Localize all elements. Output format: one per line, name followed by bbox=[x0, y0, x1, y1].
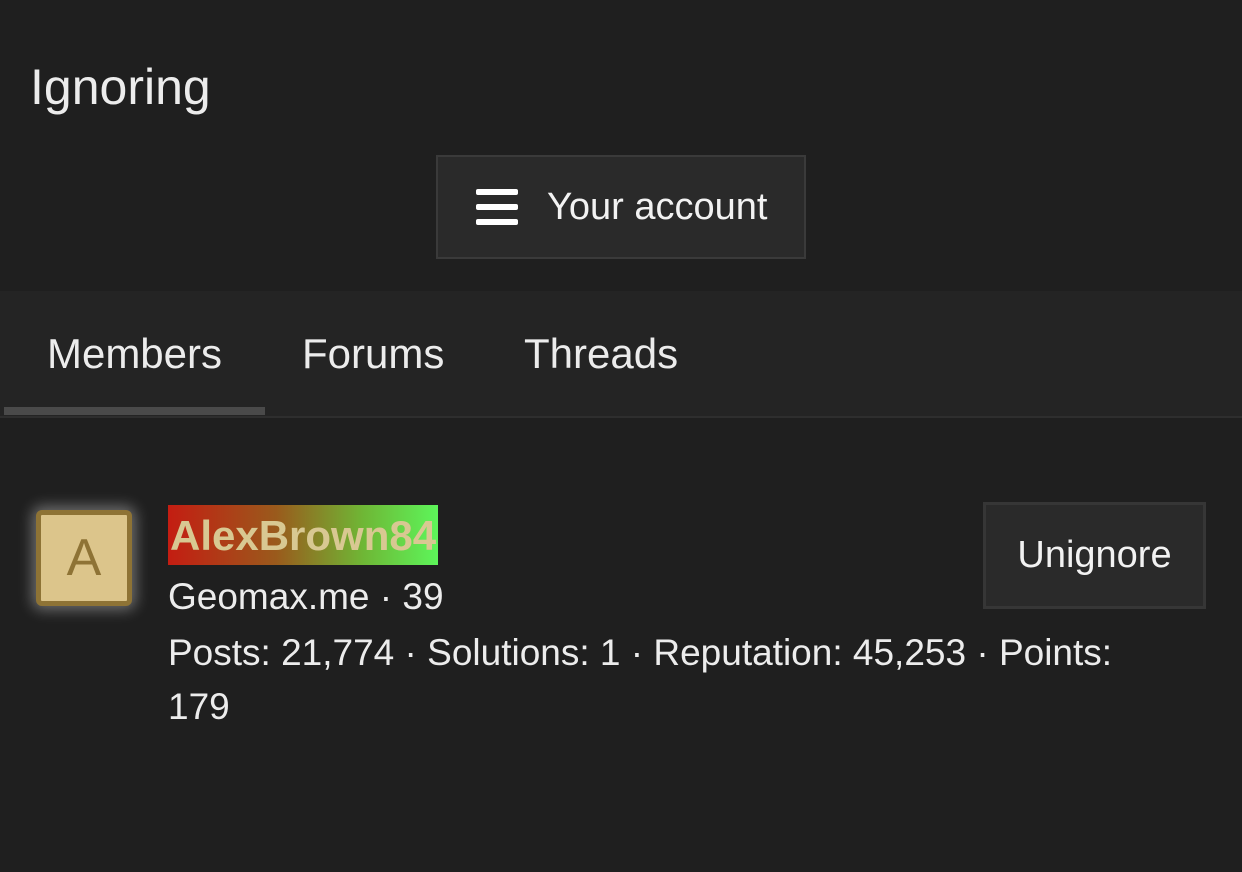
avatar[interactable]: A bbox=[36, 510, 132, 606]
tab-members[interactable]: Members bbox=[4, 291, 265, 416]
hamburger-icon bbox=[476, 189, 518, 225]
tab-forums[interactable]: Forums bbox=[302, 291, 444, 416]
page-title: Ignoring bbox=[30, 59, 211, 115]
member-subtitle: Geomax.me · 39 bbox=[168, 576, 444, 617]
ignoring-page: Ignoring Your account Members Forums Thr… bbox=[0, 0, 1242, 872]
unignore-button[interactable]: Unignore bbox=[983, 502, 1206, 609]
your-account-label: Your account bbox=[547, 185, 768, 228]
your-account-button[interactable]: Your account bbox=[436, 155, 806, 259]
member-stats: Posts: 21,774 · Solutions: 1 · Reputatio… bbox=[168, 632, 1113, 727]
member-username[interactable]: AlexBrown84 bbox=[168, 505, 439, 565]
tab-bar: Members Forums Threads bbox=[0, 291, 1242, 418]
active-tab-indicator bbox=[4, 407, 265, 415]
tab-threads[interactable]: Threads bbox=[524, 291, 678, 416]
